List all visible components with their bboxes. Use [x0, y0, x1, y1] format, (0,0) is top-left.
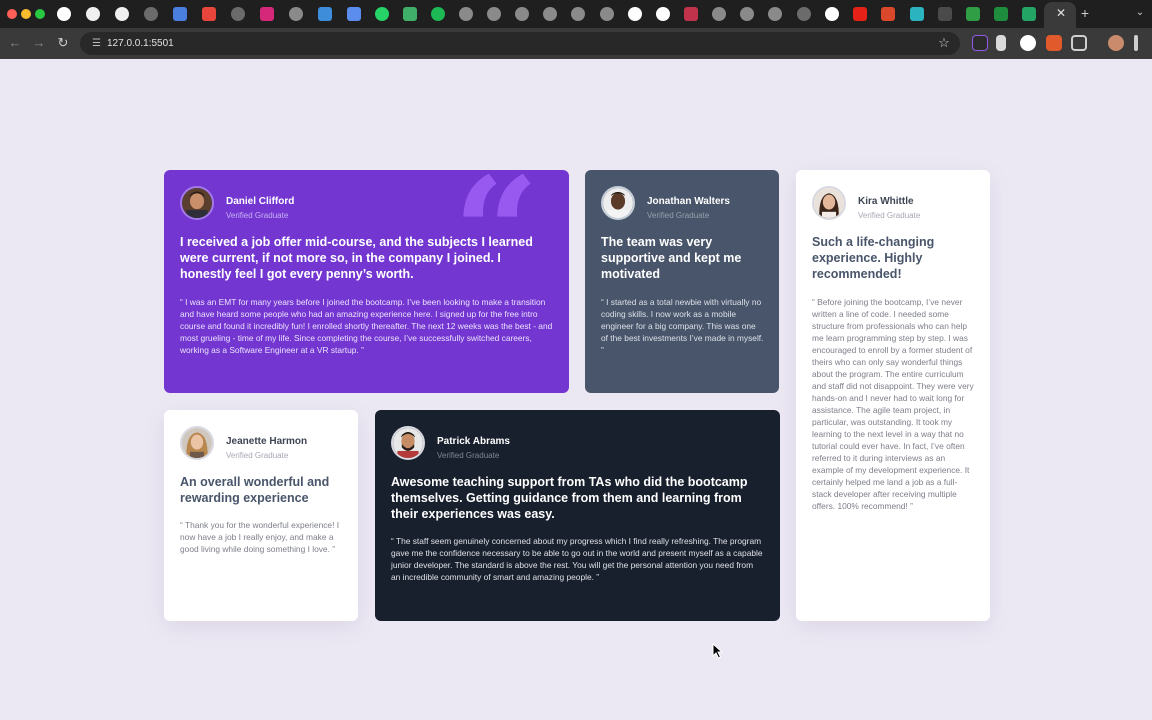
reload-icon[interactable]: ↻	[54, 34, 72, 52]
avatar	[601, 186, 635, 220]
testimonial-card-daniel: “ Daniel Clifford Verified Graduate I re…	[164, 170, 569, 393]
extension-icon[interactable]	[972, 35, 988, 51]
testimonial-card-jonathan: Jonathan Walters Verified Graduate The t…	[585, 170, 779, 393]
google-tab-icon[interactable]	[656, 7, 670, 21]
app-tab-icon[interactable]	[938, 7, 952, 21]
avatar	[812, 186, 846, 220]
bookmark-star-icon[interactable]: ☆	[936, 35, 952, 51]
new-tab-button[interactable]: +	[1078, 5, 1092, 21]
extensions-puzzle-icon[interactable]	[1071, 35, 1087, 51]
minimize-window-button[interactable]	[21, 9, 31, 19]
openai-tab-icon[interactable]	[712, 7, 726, 21]
whatsapp-tab-icon[interactable]	[375, 7, 389, 21]
github-tab-icon[interactable]	[115, 7, 129, 21]
openai-tab-icon[interactable]	[740, 7, 754, 21]
browser-tab-strip: ✕ + ⌄	[0, 0, 1152, 28]
avatar	[391, 426, 425, 460]
google-tab-icon[interactable]	[628, 7, 642, 21]
testimonial-headline: The team was very supportive and kept me…	[601, 235, 742, 281]
testimonial-author-role: Verified Graduate	[226, 451, 289, 460]
openai-tab-icon[interactable]	[571, 7, 585, 21]
testimonial-author-role: Verified Graduate	[226, 211, 289, 220]
instagram-tab-icon[interactable]	[260, 7, 274, 21]
sparkle-tab-icon[interactable]	[347, 7, 361, 21]
testimonial-author-role: Verified Graduate	[858, 211, 921, 220]
generic-tab-icon[interactable]	[231, 7, 245, 21]
testimonial-body: “ Thank you for the wonderful experience…	[180, 520, 340, 554]
testimonial-author-name: Jeanette Harmon	[226, 436, 308, 447]
testimonial-headline: I received a job offer mid-course, and t…	[180, 235, 533, 281]
openai-tab-icon[interactable]	[289, 7, 303, 21]
testimonial-body: “ The staff seem genuinely concerned abo…	[391, 536, 763, 582]
testimonial-headline: Awesome teaching support from TAs who di…	[391, 475, 748, 521]
close-tab-icon[interactable]: ✕	[1055, 5, 1067, 21]
close-window-button[interactable]	[7, 9, 17, 19]
testimonial-body: “ I started as a total newbie with virtu…	[601, 297, 764, 355]
testimonial-body: “ Before joining the bootcamp, I’ve neve…	[812, 297, 974, 511]
browser-toolbar: ← → ↻ ☰ 127.0.0.1:5501 ☆	[0, 28, 1152, 59]
testimonial-card-kira: Kira Whittle Verified Graduate Such a li…	[796, 170, 990, 621]
tab-favicon-icon[interactable]	[57, 7, 71, 21]
back-arrow-icon[interactable]: ←	[6, 34, 24, 52]
maximize-window-button[interactable]	[35, 9, 45, 19]
spotify-tab-icon[interactable]	[431, 7, 445, 21]
app-tab-icon[interactable]	[684, 7, 698, 21]
address-bar[interactable]: ☰ 127.0.0.1:5501 ☆	[80, 32, 960, 55]
testimonial-author-name: Daniel Clifford	[226, 196, 295, 207]
openai-tab-icon[interactable]	[487, 7, 501, 21]
google-tab-icon[interactable]	[825, 7, 839, 21]
openai-tab-icon[interactable]	[515, 7, 529, 21]
app-tab-icon[interactable]	[881, 7, 895, 21]
avatar	[180, 186, 214, 220]
address-bar-url[interactable]: 127.0.0.1:5501	[107, 36, 174, 51]
youtube-tab-icon[interactable]	[853, 7, 867, 21]
app-tab-icon[interactable]	[966, 7, 980, 21]
openai-tab-icon[interactable]	[600, 7, 614, 21]
testimonial-body: “ I was an EMT for many years before I j…	[180, 297, 553, 355]
testimonial-card-jeanette: Jeanette Harmon Verified Graduate An ove…	[164, 410, 358, 621]
mouse-pointer-icon	[712, 643, 724, 659]
site-info-icon[interactable]: ☰	[89, 36, 104, 51]
gmail-tab-icon[interactable]	[202, 7, 216, 21]
translate-tab-icon[interactable]	[173, 7, 187, 21]
extension-icon[interactable]	[1020, 35, 1036, 51]
avatar	[180, 426, 214, 460]
app-tab-icon[interactable]	[318, 7, 332, 21]
openai-tab-icon[interactable]	[768, 7, 782, 21]
quotation-mark-icon: “	[453, 170, 540, 321]
browser-menu-icon[interactable]	[1134, 35, 1138, 51]
extension-icon[interactable]	[1046, 35, 1062, 51]
tab-search-chevron-icon[interactable]: ⌄	[1133, 6, 1147, 20]
testimonial-author-role: Verified Graduate	[647, 211, 710, 220]
app-tab-icon[interactable]	[910, 7, 924, 21]
sheets-tab-icon[interactable]	[1022, 7, 1036, 21]
forward-arrow-icon[interactable]: →	[30, 34, 48, 52]
profile-avatar[interactable]	[1108, 35, 1124, 51]
testimonial-author-name: Kira Whittle	[858, 196, 914, 207]
testimonial-headline: Such a life-changing experience. Highly …	[812, 235, 935, 281]
github-tab-icon[interactable]	[86, 7, 100, 21]
openai-tab-icon[interactable]	[543, 7, 557, 21]
testimonial-card-patrick: Patrick Abrams Verified Graduate Awesome…	[375, 410, 780, 621]
extension-icon[interactable]	[996, 35, 1006, 51]
testimonial-headline: An overall wonderful and rewarding exper…	[180, 475, 330, 505]
generic-tab-icon[interactable]	[797, 7, 811, 21]
generic-tab-icon[interactable]	[144, 7, 158, 21]
testimonial-author-role: Verified Graduate	[437, 451, 500, 460]
openai-tab-icon[interactable]	[459, 7, 473, 21]
testimonial-author-name: Jonathan Walters	[647, 196, 730, 207]
app-tab-icon[interactable]	[994, 7, 1008, 21]
app-tab-icon[interactable]	[403, 7, 417, 21]
testimonial-author-name: Patrick Abrams	[437, 436, 510, 447]
